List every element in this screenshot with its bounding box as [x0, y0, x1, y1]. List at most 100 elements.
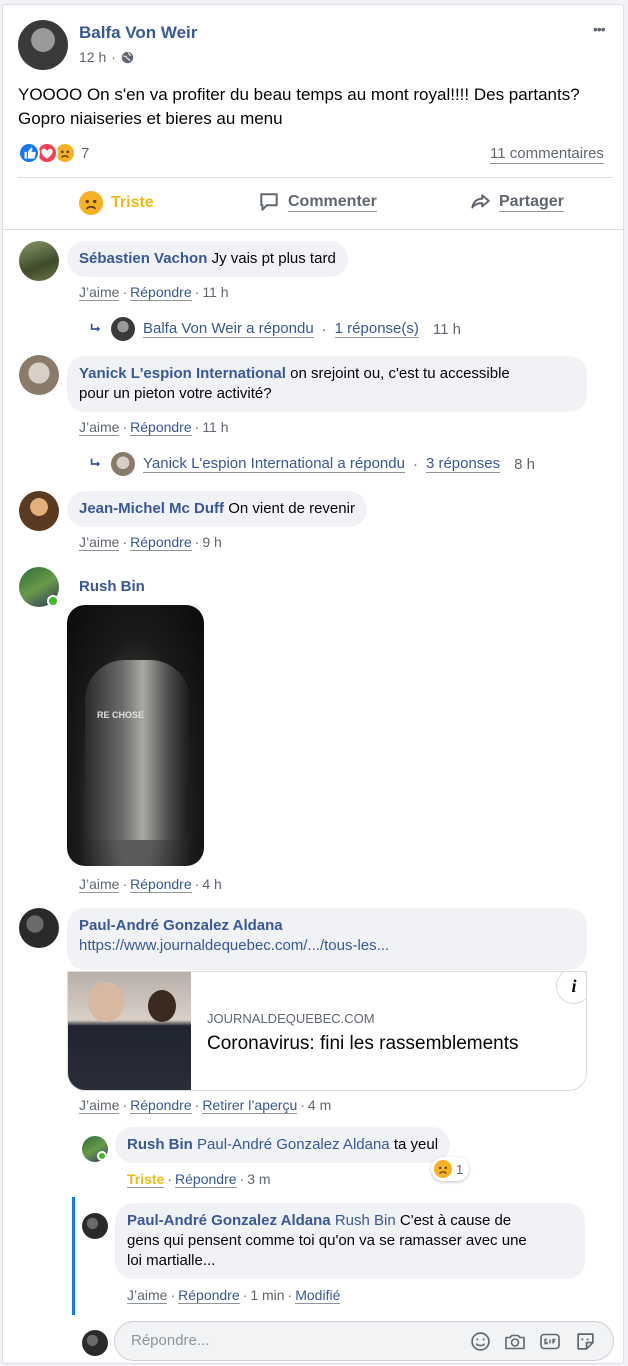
reply-author[interactable]: Yanick L'espion International a répondu [143, 455, 405, 473]
post-text-line1: YOOOO On s'en va profiter du beau temps … [18, 85, 580, 104]
reply-actions: J’aime · Répondre · 1 min · Modifié [127, 1287, 341, 1304]
author-avatar[interactable] [18, 20, 68, 70]
like-link[interactable]: J’aime [79, 1097, 120, 1114]
like-link[interactable]: J’aime [127, 1287, 168, 1304]
post-author[interactable]: Balfa Von Weir [79, 23, 197, 43]
comment-time[interactable]: 9 h [202, 534, 221, 550]
reply-avatar[interactable] [82, 1213, 108, 1239]
online-status-indicator [47, 595, 59, 607]
commenter-avatar[interactable] [19, 241, 59, 281]
reply-count[interactable]: 3 réponses [425, 455, 501, 473]
post-text: YOOOO On s'en va profiter du beau temps … [18, 83, 618, 131]
comment-author[interactable]: Jean-Michel Mc Duff [79, 500, 224, 517]
comment-author[interactable]: Yanick L'espion International [79, 365, 286, 382]
comment-time[interactable]: 4 m [308, 1097, 331, 1113]
preview-image-person [88, 982, 124, 1022]
action-bar-top-divider [18, 177, 613, 178]
commenter-avatar[interactable] [19, 491, 59, 531]
reply-link[interactable]: Répondre [130, 419, 192, 436]
link-preview-card[interactable]: JOURNALDEQUEBEC.COM Coronavirus: fini le… [67, 971, 587, 1091]
comment-text-line1: on srejoint ou, c'est tu accessible [290, 365, 510, 382]
reaction-button[interactable]: Triste [79, 191, 154, 215]
separator: · [412, 455, 418, 473]
reply-link[interactable]: Répondre [130, 876, 192, 893]
reply-time[interactable]: 3 m [247, 1171, 270, 1187]
info-icon[interactable]: i [556, 972, 586, 1004]
highlight-bar [72, 1197, 75, 1315]
reaction-count[interactable]: 7 [81, 145, 89, 162]
post-card: Balfa Von Weir 12 h · ••• YOOOO On s'en … [2, 4, 624, 1364]
like-link[interactable]: J’aime [79, 419, 120, 436]
reply-link[interactable]: Répondre [178, 1287, 240, 1304]
remove-preview-link[interactable]: Retirer l’aperçu [202, 1097, 298, 1114]
camera-icon[interactable] [504, 1331, 526, 1352]
replies-summary[interactable]: Yanick L'espion International a répondu … [89, 452, 535, 476]
post-text-line2: Gopro niaiseries et bieres au menu [18, 109, 283, 128]
post-time[interactable]: 12 h [79, 49, 106, 65]
reply-link[interactable]: Répondre [130, 534, 192, 551]
online-status-indicator [97, 1151, 107, 1161]
reply-author[interactable]: Balfa Von Weir a répondu [143, 320, 314, 338]
info-icon-glyph: i [571, 976, 577, 996]
separator: · [122, 284, 128, 300]
separator: · [194, 1097, 200, 1113]
comment-author[interactable]: Paul-André Gonzalez Aldana [79, 916, 575, 936]
share-button-label: Partager [499, 192, 564, 212]
reaction-label[interactable]: Triste [127, 1171, 165, 1188]
reply-mention[interactable]: Rush Bin [335, 1212, 396, 1229]
preview-image-person-2 [148, 990, 176, 1022]
comment-actions: J’aime · Répondre · 4 h [79, 876, 222, 893]
sticker-icon[interactable] [575, 1331, 596, 1352]
reply-text-line2: gens qui pensent comme toi qu'on va se r… [127, 1232, 527, 1249]
comment-time[interactable]: 11 h [202, 284, 228, 300]
modified-link[interactable]: Modifié [295, 1287, 341, 1304]
comment-bubble: Paul-André Gonzalez Aldana https://www.j… [67, 908, 587, 970]
separator: · [194, 419, 200, 435]
comment-time[interactable]: 4 h [202, 876, 221, 892]
replies-summary[interactable]: Balfa Von Weir a répondu · 1 réponse(s) … [89, 317, 461, 341]
share-button[interactable]: Partager [469, 191, 564, 213]
comment-time[interactable]: 11 h [202, 419, 228, 435]
reply-count[interactable]: 1 réponse(s) [334, 320, 419, 338]
comments-count-link[interactable]: 11 commentaires [490, 145, 604, 164]
reply-author[interactable]: Rush Bin [127, 1136, 193, 1153]
commenter-avatar[interactable] [19, 908, 59, 948]
separator: · [242, 1287, 248, 1303]
comment-actions: J’aime · Répondre · 11 h [79, 419, 229, 436]
emoji-icon[interactable] [470, 1331, 491, 1352]
reactions-summary[interactable]: 7 [18, 142, 89, 164]
reply-composer[interactable]: Répondre... [114, 1321, 614, 1361]
reply-reaction-badge[interactable]: 1 [431, 1157, 470, 1181]
reply-mention[interactable]: Paul-André Gonzalez Aldana [197, 1136, 390, 1153]
photo-can [85, 660, 190, 840]
comment-author[interactable]: Sébastien Vachon [79, 250, 207, 267]
reply-bubble: Paul-André Gonzalez Aldana Rush Bin C'es… [115, 1203, 585, 1279]
comment-photo[interactable]: RE CHOSE [67, 605, 204, 866]
comment-author[interactable]: Rush Bin [79, 578, 145, 595]
comment-actions: J’aime · Répondre · 9 h [79, 534, 222, 551]
reply-bubble: Rush Bin Paul-André Gonzalez Aldana ta y… [115, 1127, 451, 1163]
reply-link[interactable]: Répondre [175, 1171, 237, 1188]
like-link[interactable]: J’aime [79, 876, 120, 893]
link-preview-domain: JOURNALDEQUEBEC.COM [207, 1011, 375, 1026]
reply-link[interactable]: Répondre [130, 284, 192, 301]
like-link[interactable]: J’aime [79, 534, 120, 551]
like-reaction-icon [18, 142, 40, 164]
comment-text-line2: pour un pieton votre activité? [79, 385, 272, 402]
commenter-avatar[interactable] [19, 355, 59, 395]
share-icon [471, 194, 490, 209]
reply-link[interactable]: Répondre [130, 1097, 192, 1114]
gif-icon[interactable] [539, 1331, 561, 1352]
separator: · [287, 1287, 293, 1303]
comment-text: Jy vais pt plus tard [211, 250, 336, 267]
comment-bubble: Sébastien Vachon Jy vais pt plus tard [67, 241, 348, 277]
comment-actions: J’aime · Répondre · Retirer l’aperçu · 4 m [79, 1097, 331, 1114]
like-link[interactable]: J’aime [79, 284, 120, 301]
reply-time[interactable]: 1 min [250, 1287, 284, 1303]
more-icon[interactable]: ••• [593, 21, 606, 37]
reply-author[interactable]: Paul-André Gonzalez Aldana [127, 1212, 331, 1229]
post-meta: 12 h · [79, 49, 134, 65]
sad-reaction-icon [79, 191, 103, 215]
comment-url-link[interactable]: https://www.journaldequebec.com/.../tous… [79, 936, 575, 956]
comment-button[interactable]: Commenter [258, 191, 377, 213]
